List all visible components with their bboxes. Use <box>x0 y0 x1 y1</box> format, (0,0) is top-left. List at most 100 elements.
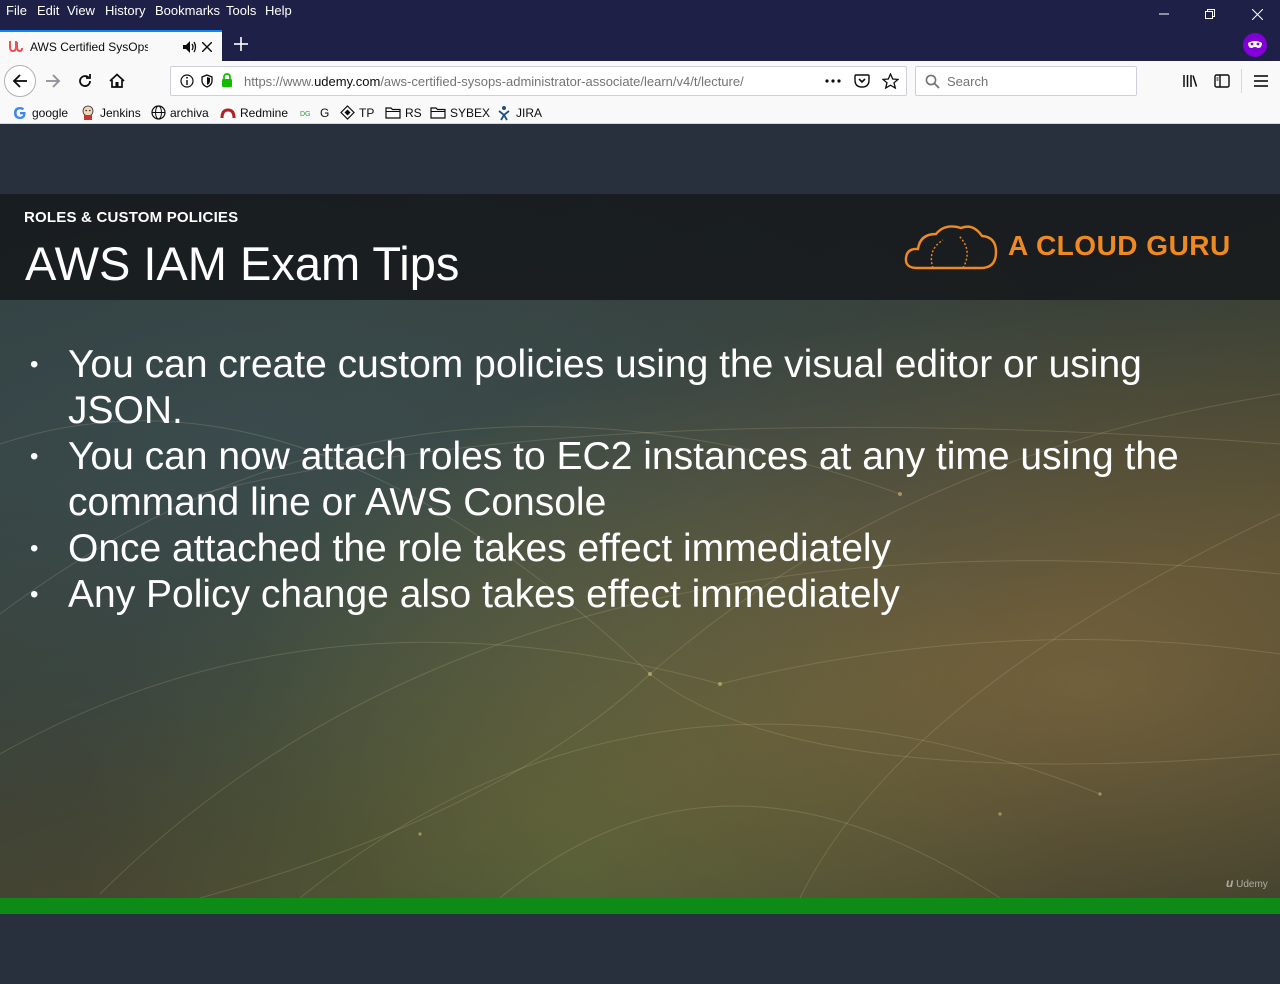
home-button[interactable] <box>102 66 132 96</box>
menu-edit[interactable]: Edit <box>37 3 59 18</box>
bookmark-label: Jenkins <box>100 105 141 120</box>
close-icon <box>1251 8 1263 20</box>
udemy-watermark: u Udemy <box>1226 876 1268 890</box>
plus-icon <box>234 37 248 51</box>
cloud-logo-icon <box>904 225 998 270</box>
udemy-icon <box>9 41 23 52</box>
menu-bookmarks[interactable]: Bookmarks <box>155 3 220 18</box>
bookmark-label: google <box>32 105 69 120</box>
bullet-icon: • <box>30 351 39 378</box>
list-item: • You can now attach roles to EC2 instanc… <box>0 434 1218 526</box>
forward-button[interactable] <box>38 66 68 96</box>
slide-title: AWS IAM Exam Tips <box>25 237 460 290</box>
navigation-toolbar: https://www.udemy.com/aws-certified-syso… <box>0 61 1280 101</box>
sidebar-icon <box>1214 74 1230 88</box>
video-progress-fill <box>0 898 1280 914</box>
bullet-text: You can create custom policies using the… <box>68 343 1142 432</box>
forward-arrow-icon <box>46 74 61 88</box>
home-icon <box>109 73 125 88</box>
lock-icon[interactable] <box>221 73 233 88</box>
brand-logo-text: A CLOUD GURU <box>1008 230 1231 261</box>
page-actions-icon[interactable] <box>825 79 841 83</box>
bookmark-label: RS <box>405 105 422 120</box>
list-item: • Once attached the role takes effect imm… <box>0 526 1218 572</box>
redmine-icon <box>220 105 236 121</box>
open-menu-button[interactable] <box>1246 66 1276 96</box>
menu-help[interactable]: Help <box>265 3 292 18</box>
tracking-shield-icon[interactable] <box>201 74 213 88</box>
toolbar-separator <box>1241 69 1242 93</box>
svg-text:DG: DG <box>300 111 311 118</box>
video-progress-bar[interactable] <box>0 898 1280 914</box>
tab-strip: AWS Certified SysOps Administrator - Ass… <box>0 28 1280 61</box>
close-window-button[interactable] <box>1234 2 1280 26</box>
slide-section-label: ROLES & CUSTOM POLICIES <box>24 209 239 226</box>
tp-icon <box>339 105 355 121</box>
bookmarks-toolbar: google Jenkins archiva Redmine DG G TP R… <box>0 101 1280 124</box>
bookmark-icon: DG <box>300 105 316 121</box>
bookmark-folder-rs[interactable]: RS <box>385 104 422 121</box>
slide-header-banner: ROLES & CUSTOM POLICIES AWS IAM Exam Tip… <box>0 194 1280 300</box>
bullet-icon: • <box>30 443 39 470</box>
bookmark-tp[interactable]: TP <box>339 104 374 121</box>
menu-file[interactable]: File <box>6 3 27 18</box>
url-text[interactable]: https://www.udemy.com/aws-certified-syso… <box>244 74 789 89</box>
globe-icon <box>150 105 166 121</box>
google-icon <box>12 105 28 121</box>
bookmark-label: Redmine <box>240 105 289 120</box>
back-arrow-icon <box>12 74 27 88</box>
bullet-icon: • <box>30 535 39 562</box>
minimize-button[interactable] <box>1141 2 1187 26</box>
speaker-icon[interactable] <box>183 41 197 53</box>
menu-tools[interactable]: Tools <box>226 3 256 18</box>
reload-button[interactable] <box>70 66 100 96</box>
bullet-text: Any Policy change also takes effect imme… <box>68 573 900 616</box>
url-path: /aws-certified-sysops-administrator-asso… <box>380 74 744 89</box>
library-button[interactable] <box>1175 66 1205 96</box>
bookmark-redmine[interactable]: Redmine <box>220 104 288 121</box>
library-icon <box>1183 75 1198 87</box>
bookmark-jenkins[interactable]: Jenkins <box>80 104 141 121</box>
bookmark-archiva[interactable]: archiva <box>150 104 209 121</box>
info-icon[interactable] <box>180 74 194 88</box>
sidebar-button[interactable] <box>1207 66 1237 96</box>
minimize-icon <box>1159 13 1169 15</box>
udemy-watermark-icon: u <box>1226 876 1234 890</box>
jenkins-icon <box>80 105 96 121</box>
list-item: • Any Policy change also takes effect imm… <box>0 572 1218 618</box>
video-player[interactable]: ROLES & CUSTOM POLICIES AWS IAM Exam Tip… <box>0 194 1280 898</box>
bookmark-label: archiva <box>170 105 209 120</box>
bookmark-star-icon[interactable] <box>882 73 899 89</box>
search-box[interactable]: Search <box>915 66 1137 96</box>
restore-icon <box>1205 9 1215 19</box>
private-browsing-mask-icon[interactable] <box>1243 33 1267 57</box>
bookmark-google[interactable]: google <box>12 104 68 121</box>
close-tab-icon[interactable] <box>202 42 212 52</box>
url-bar[interactable]: https://www.udemy.com/aws-certified-syso… <box>170 66 907 96</box>
bookmark-jira[interactable]: JIRA <box>496 104 542 121</box>
slide-bullet-list: • You can create custom policies using th… <box>0 342 1280 618</box>
new-tab-button[interactable] <box>230 32 252 56</box>
bookmark-folder-sybex[interactable]: SYBEX <box>430 104 490 121</box>
watermark-text: Udemy <box>1236 879 1268 890</box>
bullet-text: Once attached the role takes effect imme… <box>68 527 892 570</box>
url-host: udemy.com <box>314 74 381 89</box>
bullet-icon: • <box>30 581 39 608</box>
back-button[interactable] <box>4 65 36 97</box>
folder-icon <box>430 105 446 121</box>
menu-history[interactable]: History <box>105 3 145 18</box>
folder-icon <box>385 105 401 121</box>
menu-view[interactable]: View <box>67 3 95 18</box>
pocket-icon[interactable] <box>854 73 870 89</box>
bullet-text: You can now attach roles to EC2 instance… <box>68 435 1179 524</box>
list-item: • You can create custom policies using th… <box>0 342 1218 434</box>
reload-icon <box>79 74 91 87</box>
bookmark-g[interactable]: DG G <box>300 104 329 121</box>
bookmark-label: G <box>320 105 330 120</box>
tab-active[interactable]: AWS Certified SysOps Administrator - Ass… <box>0 30 222 61</box>
bookmark-label: SYBEX <box>450 105 491 120</box>
restore-button[interactable] <box>1187 2 1233 26</box>
page-content: ROLES & CUSTOM POLICIES AWS IAM Exam Tip… <box>0 124 1280 984</box>
bookmark-label: JIRA <box>516 105 543 120</box>
url-prefix: https://www. <box>244 74 315 89</box>
